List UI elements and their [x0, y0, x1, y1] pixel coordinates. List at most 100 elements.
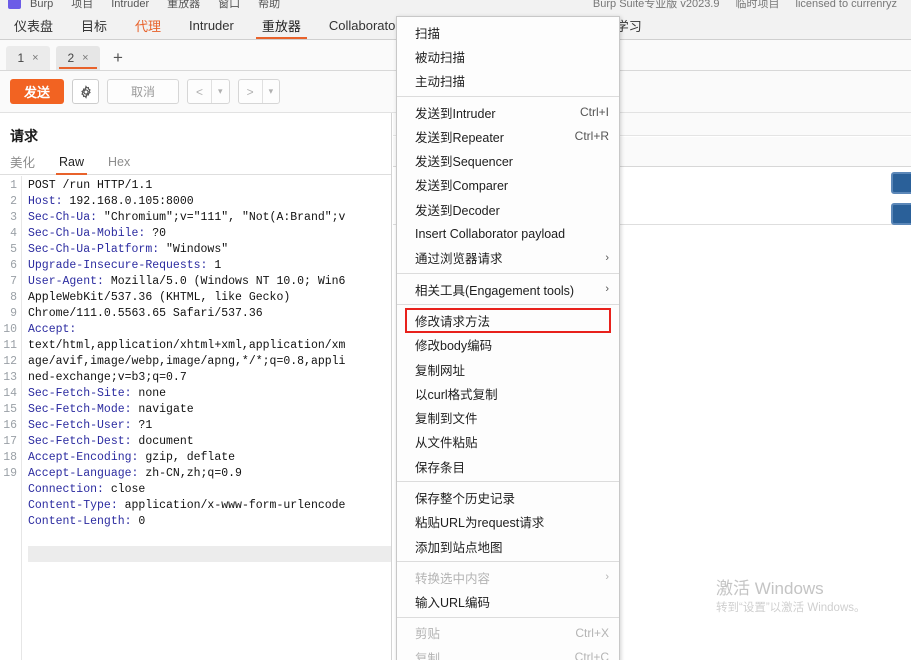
menu-item-相关工具(Engagement tools)[interactable]: 相关工具(Engagement tools) ›	[397, 277, 619, 301]
request-line[interactable]: Upgrade-Insecure-Requests: 1	[28, 258, 391, 274]
request-line[interactable]: Sec-Ch-Ua-Platform: "Windows"	[28, 242, 391, 258]
header-name: Sec-Fetch-User:	[28, 419, 132, 432]
request-line[interactable]: Content-Type: application/x-www-form-url…	[28, 498, 391, 514]
request-line[interactable]	[28, 530, 391, 546]
menu-item-通过浏览器请求[interactable]: 通过浏览器请求 ›	[397, 246, 619, 270]
menu-item-label: 保存整个历史记录	[415, 491, 516, 506]
menu-item-label: 剪贴	[415, 627, 441, 642]
request-format-tab-Raw[interactable]: Raw	[56, 149, 88, 175]
menu-item-粘贴URL为request请求[interactable]: 粘贴URL为request请求	[397, 510, 619, 534]
line-number: 18	[3, 451, 17, 464]
add-tab-button[interactable]: +	[106, 46, 130, 70]
window-menu-item-5[interactable]: 帮助	[258, 0, 280, 10]
menu-item-复制网址[interactable]: 复制网址	[397, 357, 619, 381]
menu-item-主动扫描[interactable]: 主动扫描	[397, 69, 619, 93]
line-number: 15	[3, 403, 17, 416]
window-menu-item-3[interactable]: 重放器	[167, 0, 200, 10]
response-action-chip-1[interactable]	[891, 172, 911, 194]
history-back-button[interactable]: < ▾	[187, 79, 230, 104]
request-line[interactable]: age/avif,image/webp,image/apng,*/*;q=0.8…	[28, 354, 391, 370]
request-line[interactable]: Sec-Fetch-Site: none	[28, 386, 391, 402]
menu-item-修改请求方法[interactable]: 修改请求方法	[397, 308, 619, 333]
request-context-menu[interactable]: 扫描 被动扫描 主动扫描发送到Intruder Ctrl+I 发送到Repeater Ct…	[396, 16, 620, 660]
request-line[interactable]	[28, 546, 391, 562]
chevron-down-icon[interactable]: ▾	[263, 80, 280, 103]
menu-item-保存条目[interactable]: 保存条目	[397, 454, 619, 478]
nav-tab-代理[interactable]: 代理	[121, 11, 175, 39]
line-number: 14	[3, 387, 17, 400]
close-icon[interactable]: ×	[32, 52, 38, 64]
request-format-tab-Hex[interactable]: Hex	[108, 149, 130, 175]
request-line[interactable]: Sec-Fetch-User: ?1	[28, 418, 391, 434]
request-line[interactable]: Accept-Encoding: gzip, deflate	[28, 450, 391, 466]
request-line[interactable]: Accept:	[28, 322, 391, 338]
menu-item-Insert Collaborator payload[interactable]: Insert Collaborator payload	[397, 221, 619, 245]
request-line[interactable]: User-Agent: Mozilla/5.0 (Windows NT 10.0…	[28, 274, 391, 290]
burp-logo-icon	[8, 0, 21, 9]
nav-tab-仪表盘[interactable]: 仪表盘	[0, 11, 67, 39]
request-line[interactable]: Host: 192.168.0.105:8000	[28, 194, 391, 210]
window-menu-item-4[interactable]: 窗口	[218, 0, 240, 10]
request-line[interactable]: text/html,application/xhtml+xml,applicat…	[28, 338, 391, 354]
menu-item-被动扫描[interactable]: 被动扫描	[397, 44, 619, 68]
close-icon[interactable]: ×	[82, 52, 88, 64]
menu-item-输入URL编码[interactable]: 输入URL编码	[397, 590, 619, 614]
menu-item-发送到Sequencer[interactable]: 发送到Sequencer	[397, 148, 619, 172]
menu-item-保存整个历史记录[interactable]: 保存整个历史记录	[397, 485, 619, 509]
menu-item-复制到文件[interactable]: 复制到文件	[397, 405, 619, 429]
request-editor[interactable]: 1 2 3 4 5 6 7 8 9 10 11 12 13 14 15 16 17 18 19 POST /run …	[0, 176, 391, 660]
chevron-down-icon[interactable]: ▾	[212, 80, 229, 103]
send-button[interactable]: 发送	[10, 79, 65, 104]
request-line[interactable]: AppleWebKit/537.36 (KHTML, like Gecko)	[28, 290, 391, 306]
cancel-button[interactable]: 取消	[107, 79, 180, 104]
request-line[interactable]: Chrome/111.0.5563.65 Safari/537.36	[28, 306, 391, 322]
header-name: Sec-Fetch-Site:	[28, 387, 132, 400]
request-line[interactable]: Content-Length: 0	[28, 514, 391, 530]
menu-item-发送到Repeater[interactable]: 发送到Repeater Ctrl+R	[397, 124, 619, 148]
request-line[interactable]: Sec-Fetch-Dest: document	[28, 434, 391, 450]
menu-item-label: 发送到Comparer	[415, 179, 509, 194]
request-raw-text[interactable]: POST /run HTTP/1.1 Host: 192.168.0.105:80…	[22, 176, 391, 660]
request-format-tabs[interactable]: 美化 Raw Hex	[0, 149, 391, 175]
request-format-tab-美化[interactable]: 美化	[10, 149, 35, 175]
menu-separator	[397, 272, 619, 274]
window-menu-items[interactable]: Burp 项目 Intruder 重放器 窗口 帮助	[30, 0, 298, 11]
menu-item-修改body编码[interactable]: 修改body编码	[397, 333, 619, 357]
request-line[interactable]: POST /run HTTP/1.1	[28, 178, 391, 194]
request-line[interactable]: Connection: close	[28, 482, 391, 498]
window-license-info: Burp Suite专业版 v2023.9 临时项目 licensed to cur…	[577, 0, 897, 11]
request-line[interactable]: Accept-Language: zh-CN,zh;q=0.9	[28, 466, 391, 482]
window-menu-item-1[interactable]: 项目	[71, 0, 93, 10]
menu-item-扫描[interactable]: 扫描	[397, 20, 619, 44]
menu-item-添加到站点地图[interactable]: 添加到站点地图	[397, 534, 619, 558]
menu-item-label: 复制	[415, 651, 441, 660]
menu-item-shortcut: Ctrl+R	[574, 129, 609, 144]
response-action-chip-2[interactable]	[891, 203, 911, 225]
menu-item-发送到Decoder[interactable]: 发送到Decoder	[397, 197, 619, 221]
menu-item-发送到Intruder[interactable]: 发送到Intruder Ctrl+I	[397, 100, 619, 124]
repeater-tab-1[interactable]: 1 ×	[6, 46, 50, 70]
nav-tab-Intruder[interactable]: Intruder	[175, 11, 248, 39]
window-menu-item-2[interactable]: Intruder	[111, 0, 149, 10]
repeater-tab-2[interactable]: 2 ×	[56, 46, 100, 70]
license-info-2: licensed to currenryz	[795, 0, 898, 10]
window-menu-item-0[interactable]: Burp	[30, 0, 53, 10]
chevron-right-icon: ›	[605, 251, 609, 264]
line-number-gutter: 1 2 3 4 5 6 7 8 9 10 11 12 13 14 15 16 17 18 19	[0, 176, 22, 660]
history-forward-button[interactable]: > ▾	[237, 79, 281, 104]
menu-item-发送到Comparer[interactable]: 发送到Comparer	[397, 173, 619, 197]
line-number: 3	[10, 211, 17, 224]
menu-item-从文件粘贴[interactable]: 从文件粘贴	[397, 430, 619, 454]
menu-separator	[397, 95, 619, 97]
nav-tab-目标[interactable]: 目标	[67, 11, 121, 39]
request-line[interactable]: Sec-Fetch-Mode: navigate	[28, 402, 391, 418]
line-number: 1	[10, 179, 17, 192]
request-line[interactable]: ned-exchange;v=b3;q=0.7	[28, 370, 391, 386]
header-name: Accept-Encoding:	[28, 451, 139, 464]
menu-item-以curl格式复制[interactable]: 以curl格式复制	[397, 381, 619, 405]
nav-tab-重放器[interactable]: 重放器	[248, 11, 315, 39]
settings-gear-button[interactable]	[72, 79, 100, 104]
menu-item-复制: 复制 Ctrl+C	[397, 645, 619, 660]
request-line[interactable]: Sec-Ch-Ua: "Chromium";v="111", "Not(A:Br…	[28, 210, 391, 226]
request-line[interactable]: Sec-Ch-Ua-Mobile: ?0	[28, 226, 391, 242]
